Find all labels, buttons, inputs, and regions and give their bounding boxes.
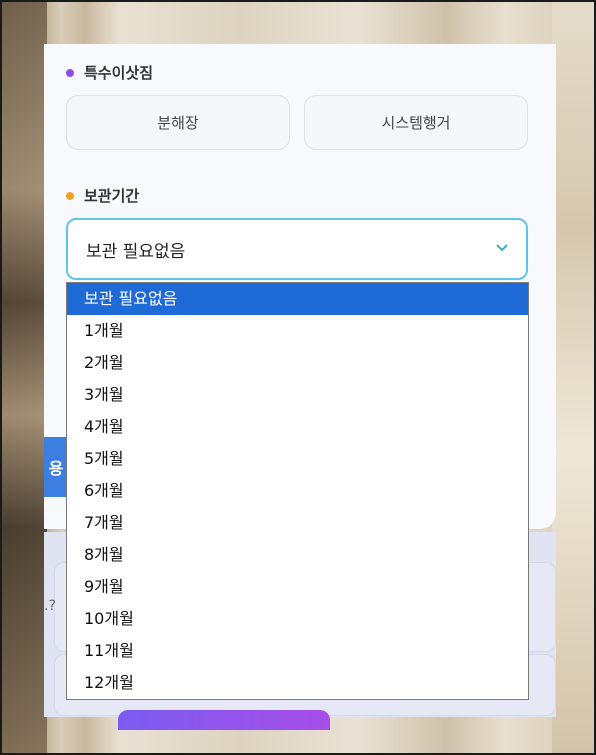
dropdown-option[interactable]: 8개월 — [67, 539, 528, 571]
side-tab[interactable]: 용 — [44, 437, 68, 497]
option-system-hanger-button[interactable]: 시스템행거 — [304, 95, 528, 150]
dropdown-option[interactable]: 9개월 — [67, 571, 528, 603]
storage-period-dropdown[interactable]: 보관 필요없음 1개월 2개월 3개월 4개월 5개월 6개월 7개월 8개월 9개월 10개월 11… — [66, 282, 529, 700]
dropdown-option[interactable]: 5개월 — [67, 443, 528, 475]
dropdown-option[interactable]: 2개월 — [67, 347, 528, 379]
section-title: 특수이삿짐 — [84, 64, 154, 82]
submit-button[interactable] — [118, 710, 330, 730]
section-special-items: 특수이삿짐 — [66, 62, 153, 83]
section-storage: 보관기간 — [66, 185, 139, 206]
section-title: 보관기간 — [84, 187, 140, 205]
dropdown-option[interactable]: 7개월 — [67, 507, 528, 539]
select-value: 보관 필요없음 — [86, 241, 186, 262]
partial-question-text: .? — [44, 598, 56, 614]
purple-dot-icon — [66, 68, 74, 77]
dropdown-option[interactable]: 11개월 — [67, 635, 528, 667]
dropdown-option[interactable]: 10개월 — [67, 603, 528, 635]
dropdown-option[interactable]: 3개월 — [67, 379, 528, 411]
orange-dot-icon — [66, 191, 74, 200]
dropdown-option[interactable]: 4개월 — [67, 411, 528, 443]
dropdown-option[interactable]: 보관 필요없음 — [67, 283, 528, 315]
dropdown-option[interactable]: 12개월 — [67, 667, 528, 699]
dropdown-option[interactable]: 1개월 — [67, 315, 528, 347]
storage-period-select[interactable]: 보관 필요없음 — [66, 218, 528, 280]
option-disassembly-button[interactable]: 분해장 — [66, 95, 290, 150]
dropdown-option[interactable]: 6개월 — [67, 475, 528, 507]
chevron-down-icon — [496, 244, 508, 252]
screen-frame: .? 용 특수이삿짐 분해장 시스템행거 보관기간 보관 필요없음 보관 필요없… — [0, 0, 596, 755]
